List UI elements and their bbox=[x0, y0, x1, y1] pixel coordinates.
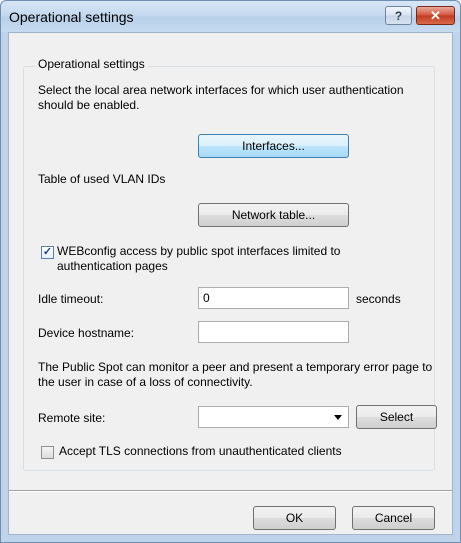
dialog-window: Operational settings ? ✕ Operational set… bbox=[0, 0, 461, 543]
webconfig-checkbox[interactable]: ✓ bbox=[41, 246, 54, 259]
interfaces-description: Select the local area network interfaces… bbox=[38, 83, 404, 112]
interfaces-button[interactable]: Interfaces... bbox=[198, 134, 349, 158]
network-table-button[interactable]: Network table... bbox=[198, 203, 349, 227]
cancel-button[interactable]: Cancel bbox=[352, 506, 435, 530]
close-icon: ✕ bbox=[430, 7, 441, 23]
title-bar[interactable]: Operational settings ? ✕ bbox=[1, 1, 460, 32]
webconfig-checkbox-label: WEBconfig access by public spot interfac… bbox=[57, 244, 341, 273]
window-title: Operational settings bbox=[9, 9, 134, 25]
monitor-description: The Public Spot can monitor a peer and p… bbox=[38, 360, 433, 389]
close-button[interactable]: ✕ bbox=[416, 6, 455, 25]
device-hostname-label: Device hostname: bbox=[38, 326, 135, 340]
help-icon: ? bbox=[394, 8, 403, 23]
idle-timeout-label: Idle timeout: bbox=[38, 292, 104, 306]
ok-button[interactable]: OK bbox=[253, 506, 336, 530]
remote-site-select-button[interactable]: Select bbox=[356, 405, 437, 429]
remote-site-label: Remote site: bbox=[38, 411, 106, 425]
footer-separator bbox=[9, 490, 452, 492]
tls-checkbox[interactable] bbox=[41, 446, 54, 459]
tls-checkbox-label: Accept TLS connections from unauthentica… bbox=[59, 444, 342, 458]
group-title: Operational settings bbox=[35, 57, 148, 71]
remote-site-dropdown[interactable] bbox=[198, 406, 349, 428]
dialog-client-area: Operational settings Select the local ar… bbox=[8, 32, 453, 535]
vlan-table-label: Table of used VLAN IDs bbox=[38, 172, 166, 186]
idle-timeout-input[interactable]: 0 bbox=[198, 287, 349, 309]
device-hostname-input[interactable] bbox=[198, 321, 349, 343]
idle-timeout-unit: seconds bbox=[356, 292, 401, 306]
help-button[interactable]: ? bbox=[385, 6, 412, 25]
chevron-down-icon[interactable] bbox=[334, 415, 342, 420]
